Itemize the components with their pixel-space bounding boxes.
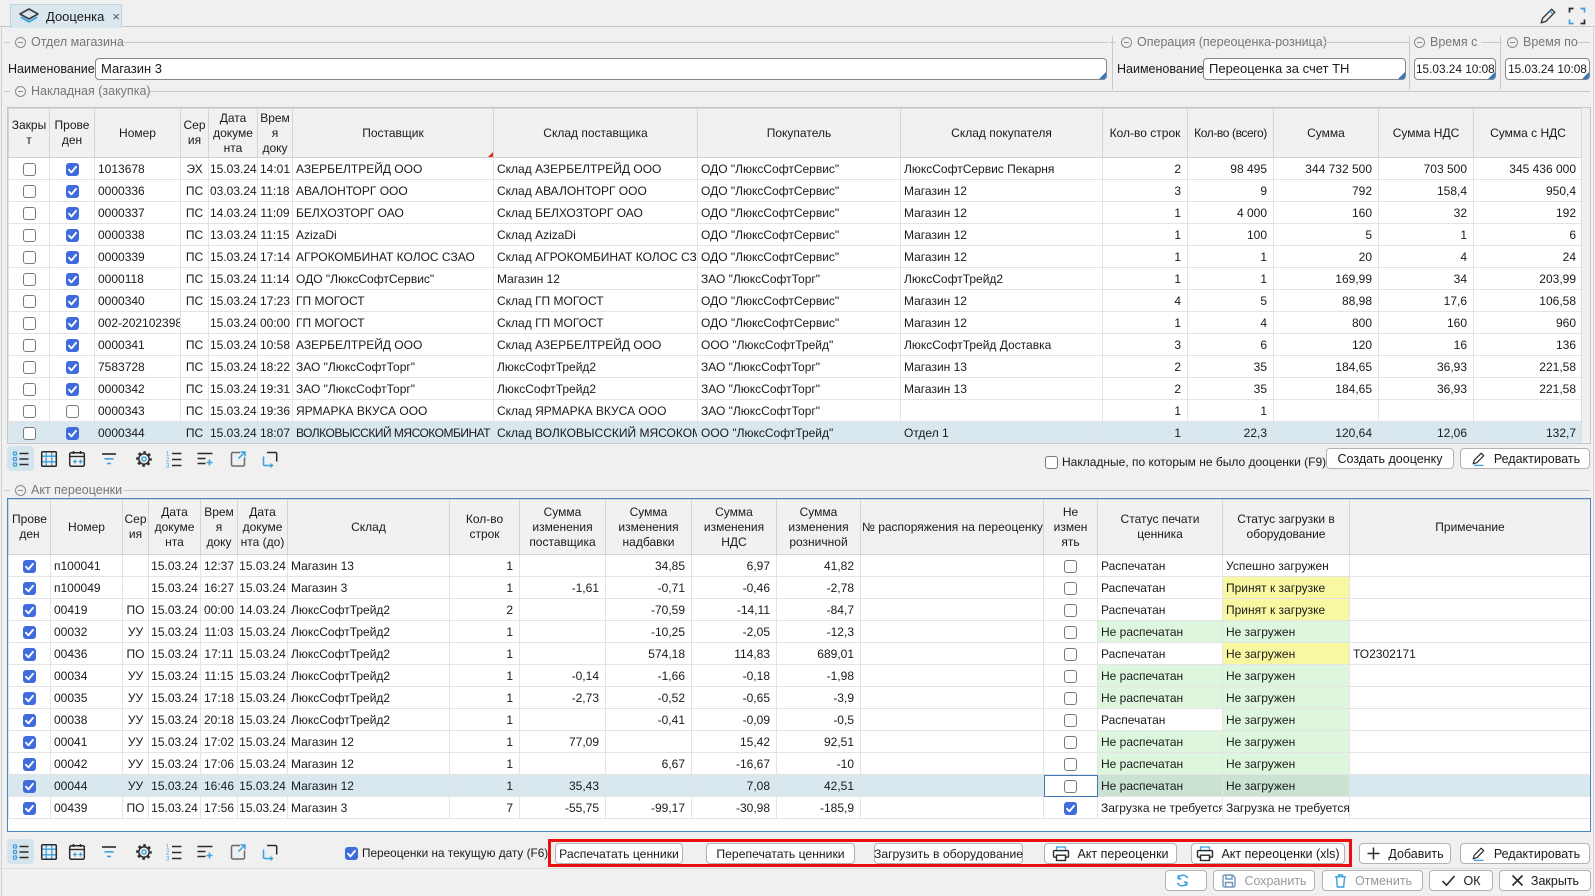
svg-text:3: 3 — [166, 856, 170, 862]
svg-text:3: 3 — [166, 463, 170, 469]
